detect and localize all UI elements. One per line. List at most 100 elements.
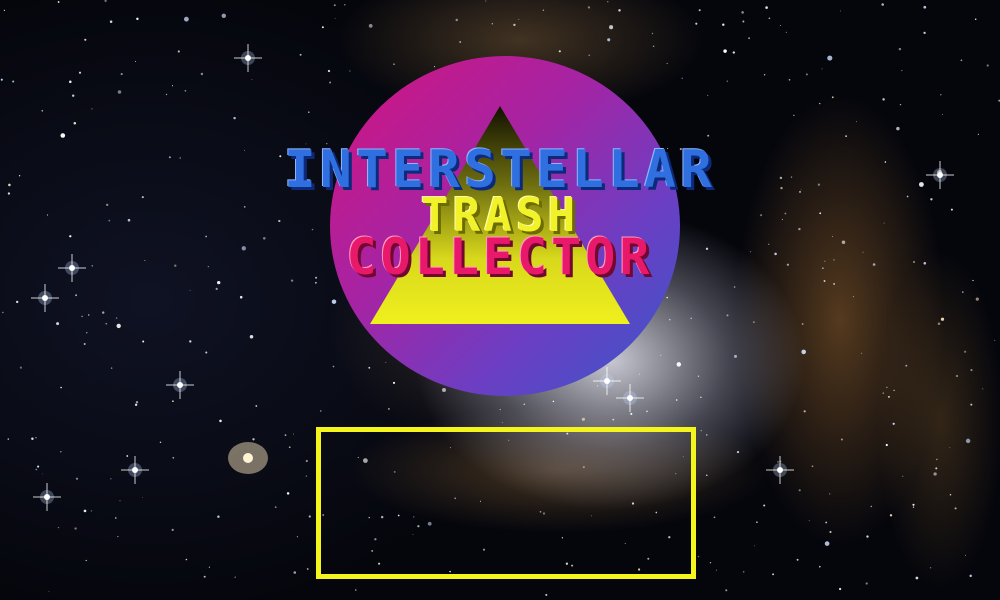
star <box>60 386 62 389</box>
star <box>811 465 814 468</box>
star <box>171 528 174 532</box>
star <box>845 135 848 138</box>
star <box>937 322 941 326</box>
star <box>126 455 129 457</box>
star <box>142 497 144 499</box>
star <box>69 80 72 84</box>
star <box>912 506 915 508</box>
star <box>675 399 678 401</box>
star <box>923 31 926 35</box>
star <box>274 506 277 508</box>
star <box>172 456 175 459</box>
star <box>970 369 973 372</box>
star <box>135 401 139 404</box>
star <box>117 536 119 538</box>
star <box>808 520 810 522</box>
star <box>134 61 136 62</box>
star <box>284 434 287 436</box>
star <box>255 405 258 407</box>
star <box>239 295 243 299</box>
menu-frame[interactable] <box>316 427 696 579</box>
title-screen: INTERSTELLAR TRASH COLLECTOR <box>0 0 1000 600</box>
star <box>90 510 93 512</box>
star <box>964 554 967 556</box>
star <box>765 6 768 9</box>
star <box>975 297 979 301</box>
star <box>772 573 775 576</box>
star <box>630 412 633 415</box>
star <box>902 475 904 477</box>
star <box>306 568 309 570</box>
star <box>110 367 113 369</box>
star <box>756 521 758 524</box>
star <box>886 386 888 389</box>
star <box>334 17 336 19</box>
star <box>12 80 15 83</box>
star <box>977 133 979 135</box>
star <box>115 317 118 319</box>
star <box>221 13 226 18</box>
star <box>203 575 206 578</box>
star <box>949 494 952 496</box>
star <box>825 521 828 524</box>
star <box>110 478 112 480</box>
star <box>915 576 919 580</box>
star <box>81 315 83 318</box>
star <box>690 317 693 320</box>
star <box>982 388 984 390</box>
star <box>105 322 108 325</box>
star <box>618 9 621 12</box>
star <box>838 587 842 591</box>
star <box>73 121 77 125</box>
star <box>233 116 236 120</box>
bright-star <box>31 284 59 312</box>
star <box>726 80 729 82</box>
star <box>251 79 253 81</box>
star <box>513 23 516 27</box>
star <box>829 530 832 534</box>
star <box>607 38 611 42</box>
star <box>607 1 609 3</box>
star <box>881 3 884 6</box>
star <box>117 90 122 94</box>
star <box>706 434 708 436</box>
star <box>697 375 700 377</box>
star <box>37 465 40 468</box>
star <box>491 23 493 25</box>
star <box>142 340 145 343</box>
star <box>545 593 548 596</box>
star <box>887 395 890 398</box>
star <box>819 565 821 568</box>
star <box>84 38 87 41</box>
star <box>136 17 139 21</box>
star <box>189 289 191 291</box>
star <box>581 417 585 421</box>
star <box>777 461 779 463</box>
star <box>134 403 138 407</box>
star <box>177 50 180 53</box>
star <box>3 9 6 12</box>
star <box>852 296 854 298</box>
star <box>652 45 655 47</box>
star <box>793 114 795 116</box>
star <box>19 366 23 369</box>
star <box>726 314 729 317</box>
star <box>101 311 105 314</box>
star <box>185 558 188 561</box>
star <box>986 64 989 67</box>
bright-star <box>33 483 61 511</box>
star <box>219 419 222 423</box>
star <box>171 85 174 87</box>
star <box>899 103 902 106</box>
star <box>796 558 799 561</box>
star <box>91 108 93 110</box>
star <box>933 472 937 476</box>
star <box>885 443 888 447</box>
star <box>249 334 254 339</box>
star <box>753 321 755 323</box>
star <box>189 340 192 343</box>
bright-star <box>234 44 262 72</box>
star <box>695 22 698 25</box>
star <box>333 4 336 7</box>
star <box>87 314 90 316</box>
